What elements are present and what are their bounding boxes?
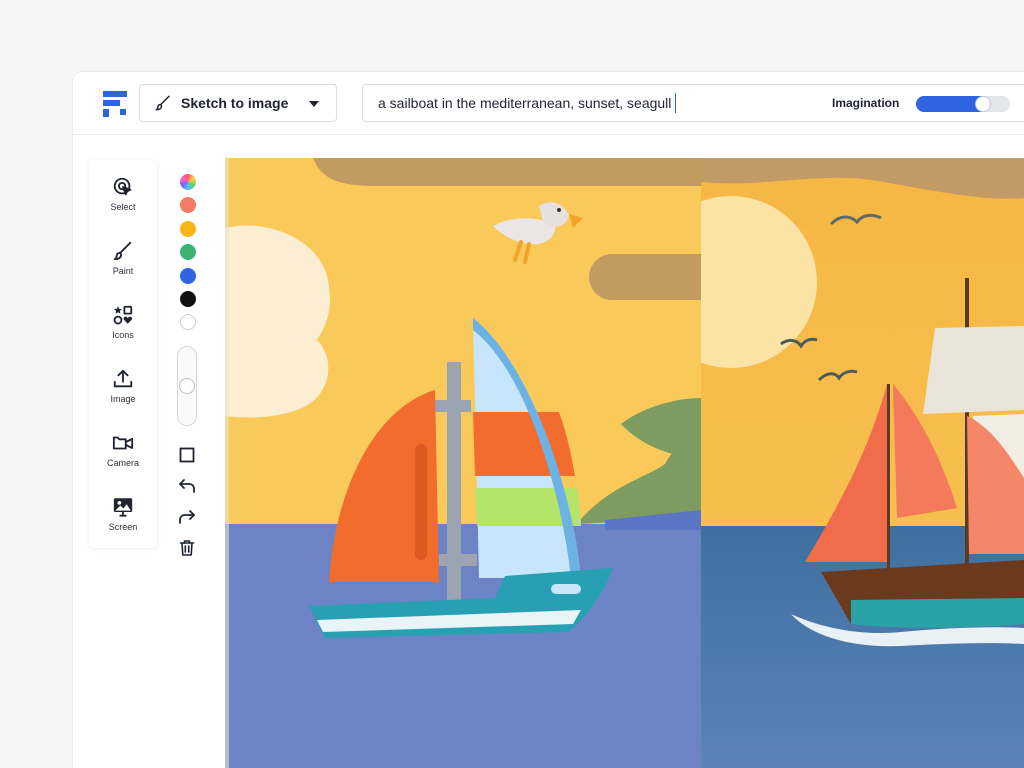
- prompt-text: a sailboat in the mediterranean, sunset,…: [378, 95, 672, 111]
- mode-dropdown[interactable]: Sketch to image: [139, 84, 337, 122]
- upload-icon: [113, 369, 133, 388]
- tool-camera-label: Camera: [106, 458, 139, 468]
- tool-icons[interactable]: Icons: [89, 304, 157, 356]
- tool-screen[interactable]: Screen: [89, 496, 157, 548]
- paintbrush-icon: [113, 241, 132, 261]
- square-icon[interactable]: [178, 446, 196, 464]
- undo-icon[interactable]: [178, 477, 196, 495]
- tool-paint[interactable]: Paint: [89, 240, 157, 292]
- sketch-canvas[interactable]: [225, 158, 701, 768]
- paintbrush-icon: [155, 95, 170, 111]
- top-bar: Sketch to image a sailboat in the medite…: [73, 72, 1024, 135]
- tool-image[interactable]: Image: [89, 368, 157, 420]
- tool-screen-label: Screen: [108, 522, 138, 532]
- sketch-artwork: [225, 158, 701, 768]
- tool-icons-label: Icons: [112, 330, 134, 340]
- tool-camera[interactable]: Camera: [89, 432, 157, 484]
- imagination-slider[interactable]: [916, 96, 1010, 112]
- brush-size-slider[interactable]: [177, 346, 197, 426]
- app-window: Sketch to image a sailboat in the medite…: [73, 72, 1024, 768]
- imagination-label: Imagination: [832, 96, 900, 110]
- color-swatch-rainbow[interactable]: [180, 174, 196, 190]
- select-cursor-icon: [113, 177, 132, 196]
- color-swatch-black[interactable]: [180, 291, 196, 307]
- caret-down-icon: [309, 101, 319, 107]
- tool-panel: Select Paint Icons Image Camera Screen: [89, 160, 157, 548]
- tool-select[interactable]: Select: [89, 176, 157, 228]
- mode-dropdown-label: Sketch to image: [181, 95, 289, 111]
- brush-size-handle[interactable]: [180, 379, 194, 393]
- color-swatch-white[interactable]: [180, 314, 196, 330]
- shapes-icon: [113, 305, 133, 325]
- redo-icon[interactable]: [178, 508, 196, 526]
- trash-icon[interactable]: [178, 539, 196, 557]
- generated-artwork: [701, 158, 1024, 768]
- camera-icon: [112, 436, 134, 450]
- tool-select-label: Select: [110, 202, 136, 212]
- color-swatch-amber[interactable]: [180, 221, 196, 237]
- app-logo: [103, 91, 127, 117]
- color-swatch-coral[interactable]: [180, 197, 196, 213]
- color-swatch-green[interactable]: [180, 244, 196, 260]
- imagination-slider-handle[interactable]: [976, 97, 990, 111]
- screen-image-icon: [113, 498, 133, 517]
- color-swatch-blue[interactable]: [180, 268, 196, 284]
- tool-paint-label: Paint: [112, 266, 134, 276]
- generated-image: [701, 158, 1024, 768]
- tool-image-label: Image: [110, 394, 136, 404]
- text-caret: [675, 93, 677, 113]
